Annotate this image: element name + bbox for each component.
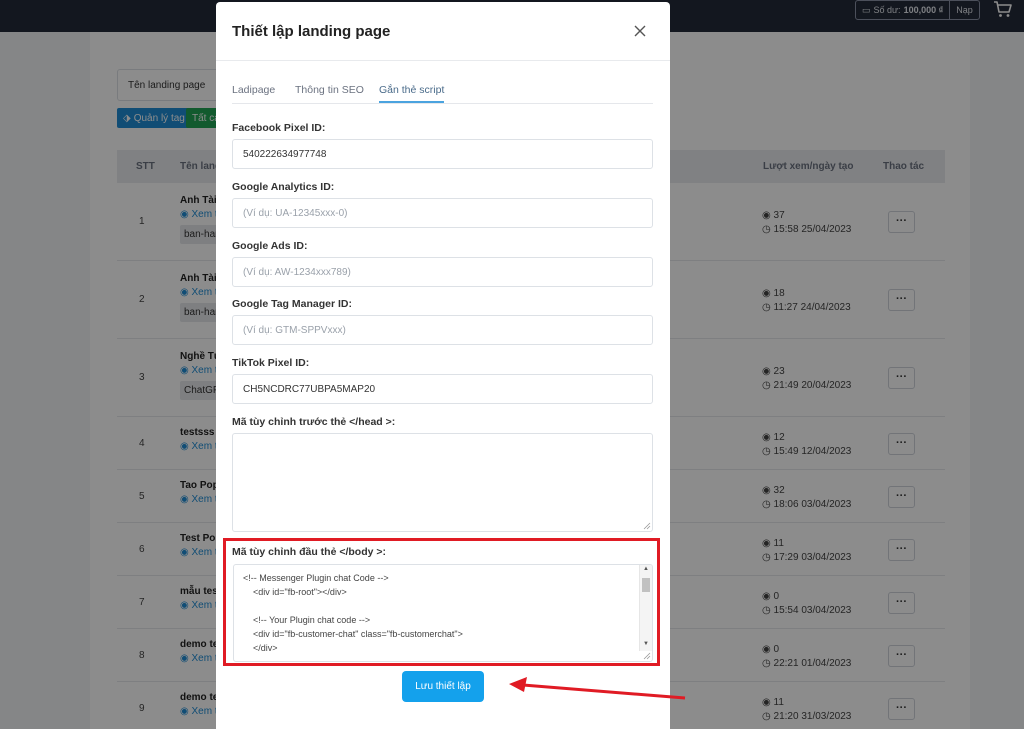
modal-tabs: Ladipage Thông tin SEO Gắn thẻ script <box>232 82 653 104</box>
code-line: <!-- Messenger Plugin chat Code --> <box>243 573 389 583</box>
scroll-up-icon[interactable]: ▲ <box>643 566 649 572</box>
textarea-scrollbar[interactable]: ▲ ▼ <box>639 565 652 651</box>
code-line: <!-- Your Plugin chat code --> <box>243 615 371 625</box>
red-arrow-annotation <box>509 677 686 700</box>
gtm-input[interactable]: (Ví dụ: GTM-SPPVxxx) <box>232 315 653 345</box>
save-settings-button[interactable]: Lưu thiết lập <box>402 671 484 702</box>
tiktok-label: TikTok Pixel ID: <box>232 357 310 369</box>
modal-title: Thiết lập landing page <box>232 23 391 40</box>
tab-seo[interactable]: Thông tin SEO <box>295 84 364 96</box>
gtm-label: Google Tag Manager ID: <box>232 298 352 310</box>
tiktok-input[interactable]: CH5NCDRC77UBPA5MAP20 <box>232 374 653 404</box>
code-line: <div id="fb-customer-chat" class="fb-cus… <box>243 629 463 639</box>
head-code-label: Mã tùy chỉnh trước thẻ </head >: <box>232 416 396 428</box>
resize-grip-icon[interactable] <box>643 652 651 660</box>
fb-pixel-input[interactable]: 540222634977748 <box>232 139 653 169</box>
ga-label: Google Analytics ID: <box>232 181 335 193</box>
modal-header: Thiết lập landing page <box>216 2 670 61</box>
tab-ladipage[interactable]: Ladipage <box>232 84 275 96</box>
resize-grip-icon[interactable] <box>643 522 651 530</box>
gads-input[interactable]: (Ví dụ: AW-1234xxx789) <box>232 257 653 287</box>
scroll-down-icon[interactable]: ▼ <box>643 641 649 647</box>
scroll-thumb[interactable] <box>642 578 650 592</box>
ga-input[interactable]: (Ví dụ: UA-12345xxx-0) <box>232 198 653 228</box>
code-line: </div> <box>243 643 278 653</box>
tab-script[interactable]: Gắn thẻ script <box>379 84 445 103</box>
fb-pixel-label: Facebook Pixel ID: <box>232 122 326 134</box>
close-icon[interactable] <box>632 23 648 39</box>
head-code-textarea[interactable] <box>232 433 653 532</box>
gads-label: Google Ads ID: <box>232 240 308 252</box>
body-code-textarea[interactable]: <!-- Messenger Plugin chat Code --> <div… <box>233 564 653 662</box>
code-line: <div id="fb-root"></div> <box>243 587 347 597</box>
